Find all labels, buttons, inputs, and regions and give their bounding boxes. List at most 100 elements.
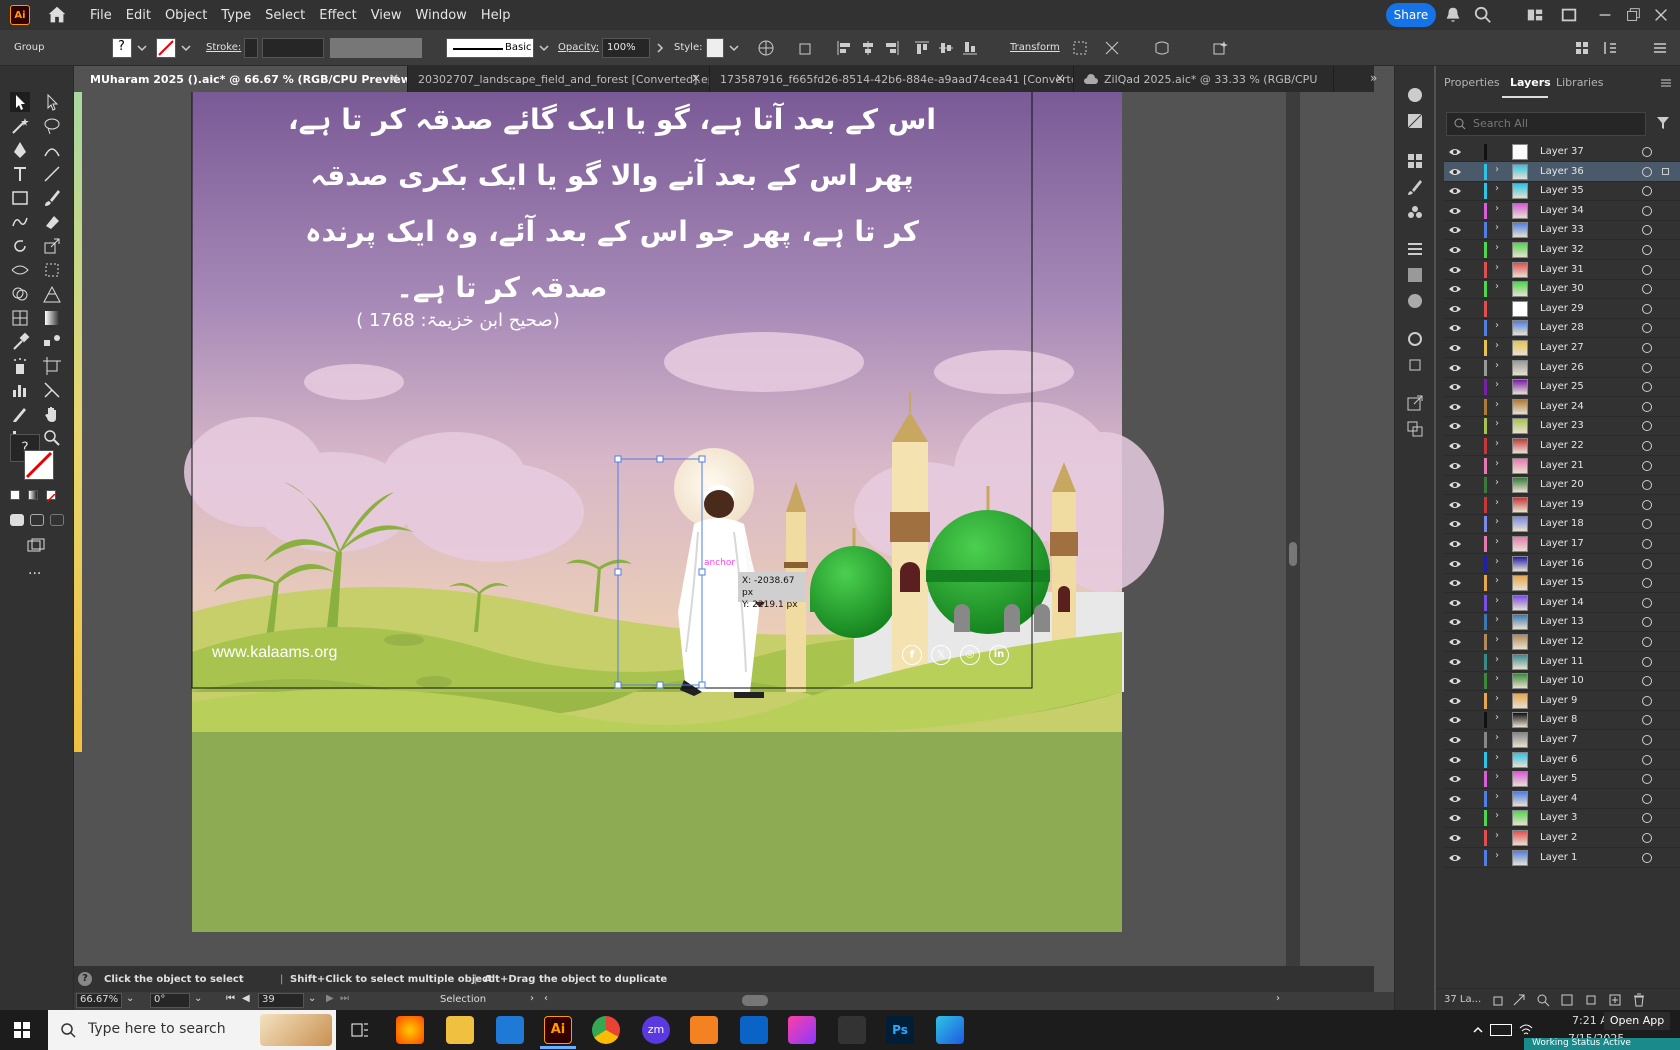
hand-tool-icon[interactable] [42, 404, 62, 424]
selection-tool-icon[interactable] [10, 92, 30, 112]
lock-toggle[interactable] [1468, 517, 1478, 531]
artboards-panel-icon[interactable] [1406, 420, 1424, 438]
lock-toggle[interactable] [1468, 694, 1478, 708]
target-circle-icon[interactable] [1642, 578, 1652, 588]
layer-row[interactable]: › Layer 7 [1444, 730, 1680, 750]
target-circle-icon[interactable] [1642, 265, 1652, 275]
layer-name[interactable]: Layer 26 [1540, 362, 1584, 373]
lock-toggle[interactable] [1468, 851, 1478, 865]
pen-tool-icon[interactable] [10, 140, 30, 160]
chevron-right-icon[interactable]: › [1495, 320, 1499, 331]
chevron-right-icon[interactable]: › [1495, 614, 1499, 625]
scroll-right-icon[interactable]: › [1276, 993, 1280, 1004]
battery-icon[interactable] [1490, 1024, 1512, 1036]
target-circle-icon[interactable] [1642, 441, 1652, 451]
perspective-grid-tool-icon[interactable] [42, 284, 62, 304]
chevron-right-icon[interactable]: › [1495, 418, 1499, 429]
visibility-eye-icon[interactable] [1448, 264, 1462, 276]
arrange-documents-icon[interactable] [1560, 6, 1578, 24]
align-top-icon[interactable] [914, 40, 930, 56]
recolor-artwork-icon[interactable] [758, 40, 774, 56]
layer-row[interactable]: › Layer 19 [1444, 495, 1680, 515]
visibility-eye-icon[interactable] [1448, 597, 1462, 609]
panel-menu-icon[interactable] [1652, 40, 1668, 56]
layer-row[interactable]: › Layer 14 [1444, 593, 1680, 613]
draw-behind-icon[interactable] [30, 514, 44, 526]
layer-name[interactable]: Layer 5 [1540, 773, 1577, 784]
tray-chevron-up-icon[interactable] [1472, 1024, 1484, 1036]
visibility-eye-icon[interactable] [1448, 224, 1462, 236]
lock-toggle[interactable] [1468, 792, 1478, 806]
layer-row[interactable]: › Layer 1 [1444, 848, 1680, 868]
tab-muharam-2025[interactable]: MUharam 2025 ().aic* @ 66.67 % (RGB/CPU … [74, 66, 408, 92]
lock-toggle[interactable] [1468, 635, 1478, 649]
layer-name[interactable]: Layer 14 [1540, 597, 1584, 608]
lock-toggle[interactable] [1468, 184, 1478, 198]
layer-name[interactable]: Layer 33 [1540, 224, 1584, 235]
layer-row[interactable]: › Layer 22 [1444, 436, 1680, 456]
appearance-icon[interactable] [1406, 112, 1424, 130]
panel-menu-icon[interactable] [1660, 78, 1672, 88]
target-circle-icon[interactable] [1642, 304, 1652, 314]
layer-row[interactable]: › Layer 9 [1444, 691, 1680, 711]
chevron-right-icon[interactable]: › [1495, 477, 1499, 488]
home-icon[interactable] [46, 4, 68, 26]
transform-link[interactable]: Transform [1010, 42, 1060, 53]
visibility-eye-icon[interactable] [1448, 362, 1462, 374]
target-circle-icon[interactable] [1642, 421, 1652, 431]
export-icon[interactable] [1406, 394, 1424, 412]
chevron-right-icon[interactable]: › [1495, 183, 1499, 194]
zoom-tool-icon[interactable] [42, 428, 62, 448]
shaper-tool-icon[interactable] [10, 212, 30, 232]
close-tab-icon[interactable]: × [691, 71, 701, 85]
zoom-field[interactable]: 66.67% [76, 993, 122, 1008]
visibility-eye-icon[interactable] [1448, 773, 1462, 785]
line-segment-tool-icon[interactable] [42, 164, 62, 184]
visibility-eye-icon[interactable] [1448, 518, 1462, 530]
menu-select[interactable]: Select [265, 8, 305, 23]
utility-app-icon[interactable] [936, 1016, 964, 1044]
layer-row[interactable]: › Layer 34 [1444, 201, 1680, 221]
chevron-right-icon[interactable]: › [1495, 673, 1499, 684]
open-app-button[interactable]: Open App [1604, 1012, 1670, 1030]
layer-row[interactable]: › Layer 2 [1444, 828, 1680, 848]
taskbar-search-box[interactable]: Type here to search [48, 1010, 336, 1050]
more-tabs-icon[interactable]: » [1370, 71, 1377, 85]
search-icon[interactable] [1474, 6, 1492, 24]
chevron-right-icon[interactable]: › [1495, 575, 1499, 586]
chevron-down-icon[interactable]: ⌄ [308, 993, 316, 1004]
menu-file[interactable]: File [90, 8, 112, 23]
chevron-right-icon[interactable]: › [1495, 203, 1499, 214]
visibility-eye-icon[interactable] [1448, 558, 1462, 570]
slice-tool-icon[interactable] [42, 380, 62, 400]
target-circle-icon[interactable] [1642, 402, 1652, 412]
lock-toggle[interactable] [1468, 478, 1478, 492]
symbols-icon[interactable] [1406, 204, 1424, 222]
target-circle-icon[interactable] [1642, 284, 1652, 294]
chevron-right-icon[interactable]: › [1495, 556, 1499, 567]
stroke-label[interactable]: Stroke: [206, 42, 241, 53]
target-circle-icon[interactable] [1642, 696, 1652, 706]
free-transform-tool-icon[interactable] [42, 260, 62, 280]
target-circle-icon[interactable] [1642, 382, 1652, 392]
menu-window[interactable]: Window [416, 8, 467, 23]
draw-normal-icon[interactable] [10, 514, 24, 526]
target-circle-icon[interactable] [1642, 225, 1652, 235]
lock-toggle[interactable] [1468, 282, 1478, 296]
layer-name[interactable]: Layer 1 [1540, 852, 1577, 863]
chevron-down-icon[interactable]: ⌄ [194, 993, 202, 1004]
eraser-tool-icon[interactable] [42, 212, 62, 232]
mesh-tool-icon[interactable] [10, 308, 30, 328]
menu-help[interactable]: Help [481, 8, 511, 23]
chevron-down-icon[interactable] [726, 40, 742, 56]
visibility-eye-icon[interactable] [1448, 616, 1462, 628]
lock-toggle[interactable] [1468, 557, 1478, 571]
target-circle-icon[interactable] [1642, 676, 1652, 686]
fill-swatch[interactable]: ? [112, 38, 132, 58]
gradient-panel-icon[interactable] [1406, 266, 1424, 284]
target-circle-icon[interactable] [1642, 559, 1652, 569]
variable-width-profile[interactable] [330, 38, 422, 58]
shape-builder-tool-icon[interactable] [10, 284, 30, 304]
layer-row[interactable]: › Layer 28 [1444, 318, 1680, 338]
target-circle-icon[interactable] [1642, 461, 1652, 471]
